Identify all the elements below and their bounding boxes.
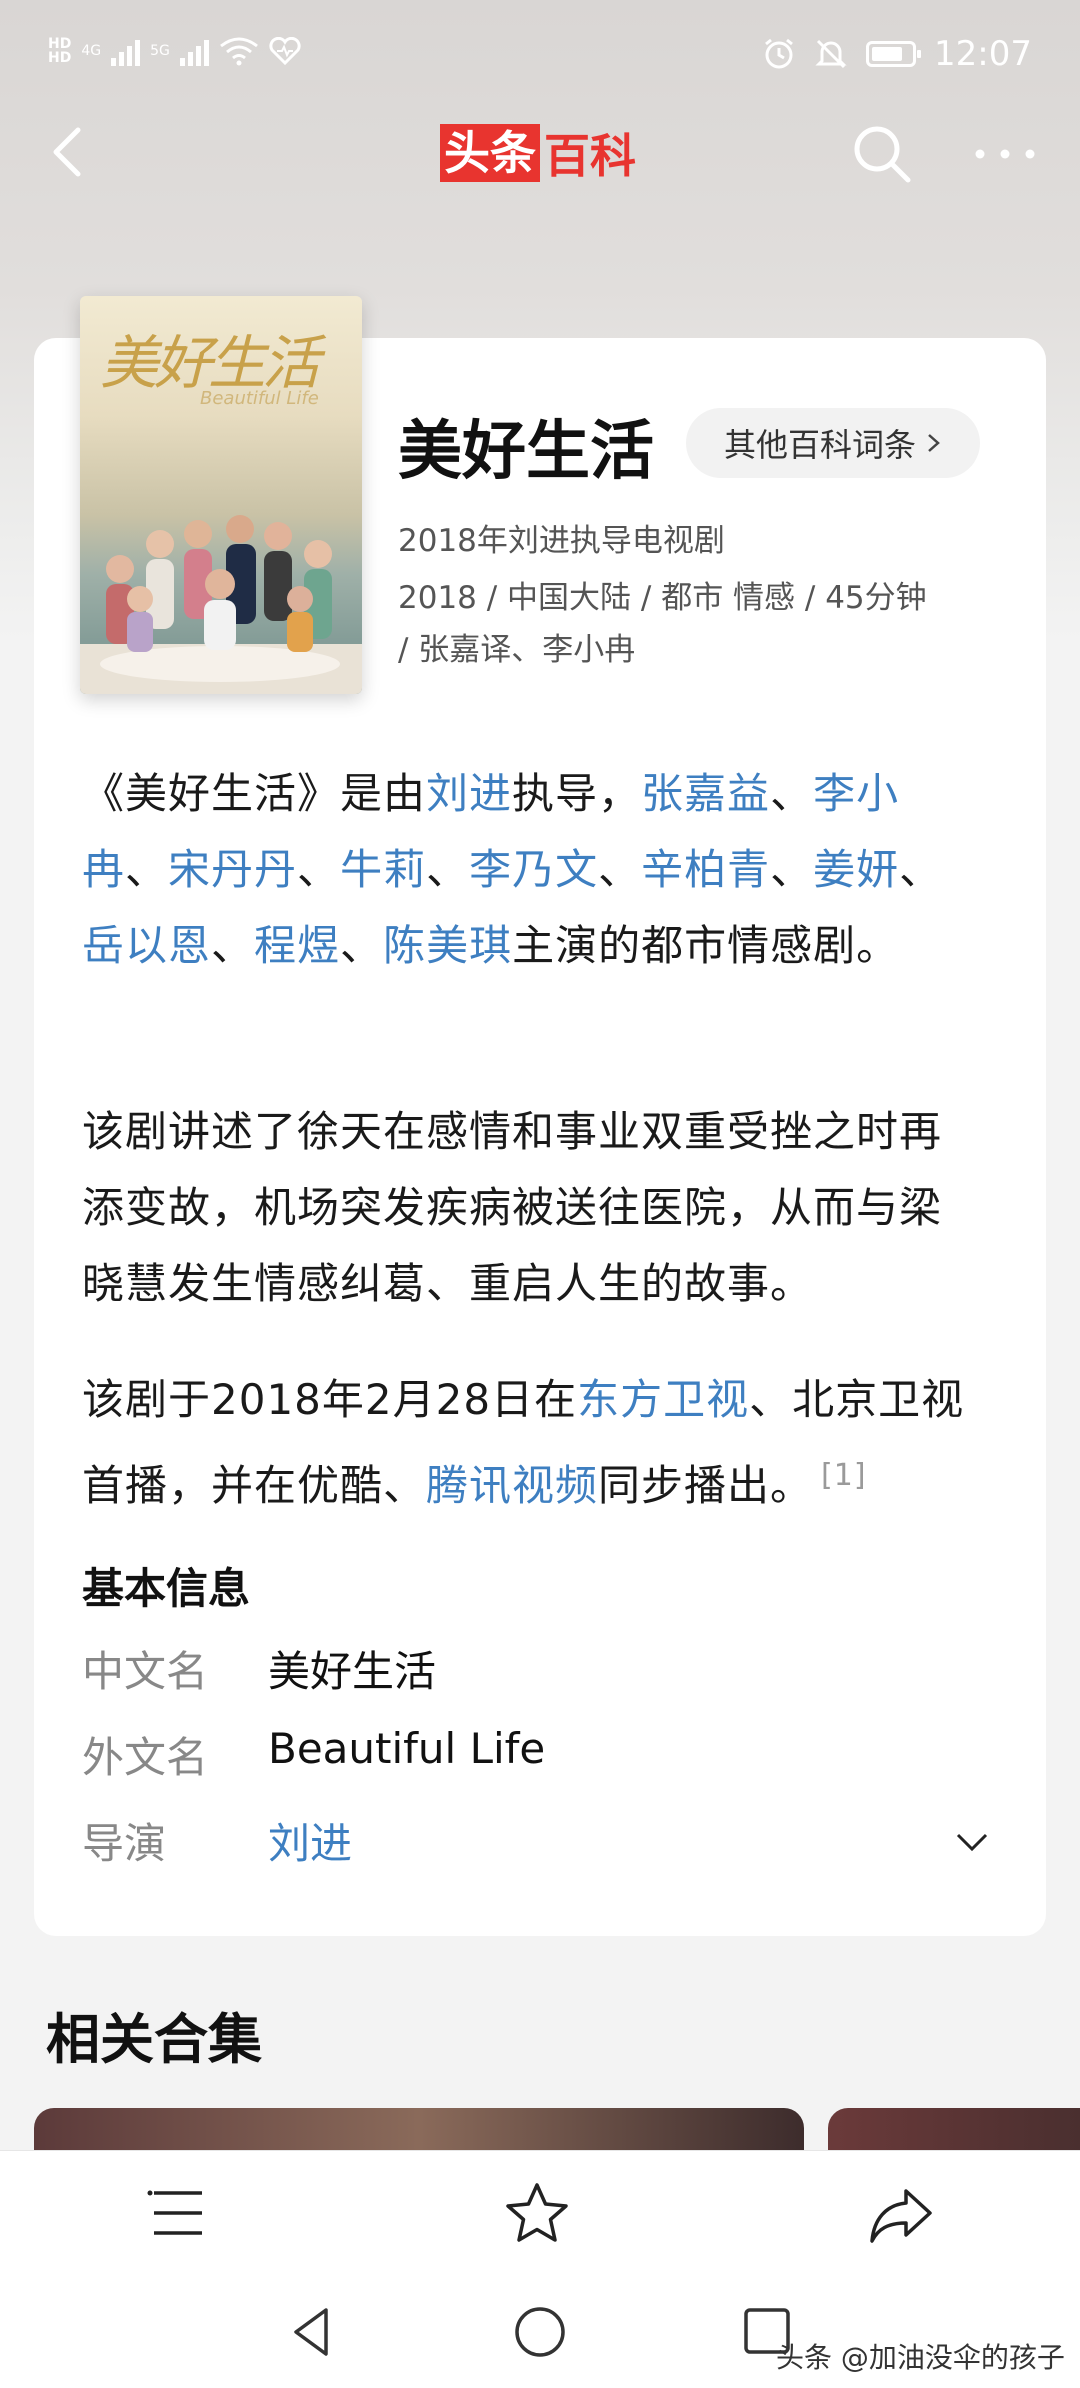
menu-list-icon[interactable] bbox=[142, 2179, 212, 2249]
app-logo: 头条 百科 bbox=[440, 124, 640, 183]
separator: 、 bbox=[297, 845, 341, 894]
watermark-text: 头条 @加油没伞的孩子 bbox=[776, 2341, 1065, 2374]
link-actor[interactable]: 李乃文 bbox=[469, 845, 598, 894]
separator: 、 bbox=[125, 845, 169, 894]
nav-back-icon[interactable] bbox=[282, 2302, 342, 2362]
search-icon[interactable] bbox=[850, 122, 914, 186]
link-actor[interactable]: 程煜 bbox=[254, 921, 340, 970]
signal-5g-label: 5G bbox=[150, 43, 170, 59]
basic-info-heading: 基本信息 bbox=[82, 1564, 251, 1613]
status-left: HD HD 4G 5G bbox=[48, 36, 301, 66]
back-icon[interactable] bbox=[42, 122, 102, 182]
separator: 、 bbox=[426, 845, 470, 894]
info-row-director: 导演 刘进 bbox=[82, 1810, 1002, 1880]
link-actor[interactable]: 牛莉 bbox=[340, 845, 426, 894]
summary-paragraph-3: 该剧于2018年2月28日在东方卫视、北京卫视首播，并在优酷、腾讯视频同步播出。… bbox=[82, 1362, 982, 1524]
signal-5g-icon bbox=[179, 36, 209, 66]
battery-icon bbox=[866, 41, 922, 67]
info-row-foreign-name: 外文名 Beautiful Life bbox=[82, 1724, 1002, 1794]
separator: 、 bbox=[770, 769, 814, 818]
mute-icon bbox=[815, 39, 847, 69]
info-key: 导演 bbox=[82, 1819, 167, 1868]
separator: 、 bbox=[340, 921, 384, 970]
p1-suffix: 主演的都市情感剧。 bbox=[512, 921, 900, 970]
poster-cast-illustration bbox=[80, 515, 362, 694]
link-actor[interactable]: 张嘉益 bbox=[641, 769, 770, 818]
other-entries-label: 其他百科词条 bbox=[723, 426, 916, 464]
p3-part1: 该剧于2018年2月28日在 bbox=[82, 1375, 578, 1424]
p1-prefix: 《美好生活》是由 bbox=[82, 769, 427, 818]
poster-image[interactable]: 美好生活 Beautiful Life bbox=[80, 296, 362, 694]
signal-4g-label: 4G bbox=[81, 43, 102, 59]
more-options-icon[interactable] bbox=[970, 122, 1040, 186]
link-director[interactable]: 刘进 bbox=[426, 769, 512, 818]
logo-toutiao: 头条 bbox=[440, 124, 540, 182]
link-actor[interactable]: 宋丹丹 bbox=[168, 845, 297, 894]
status-bar: HD HD 4G 5G 12:07 bbox=[0, 0, 1080, 120]
info-value: Beautiful Life bbox=[268, 1724, 546, 1773]
star-favorite-icon[interactable] bbox=[502, 2179, 572, 2249]
separator: 、 bbox=[770, 845, 814, 894]
separator: 、 bbox=[598, 845, 642, 894]
alarm-icon bbox=[765, 38, 793, 69]
app-header: 头条 百科 bbox=[0, 110, 1080, 200]
link-actor[interactable]: 姜妍 bbox=[813, 845, 899, 894]
summary-paragraph-1: 《美好生活》是由刘进执导，张嘉益、李小冉、宋丹丹、牛莉、李乃文、辛柏青、姜妍、岳… bbox=[82, 756, 982, 984]
related-collections-heading: 相关合集 bbox=[46, 2008, 262, 2071]
info-key: 中文名 bbox=[82, 1647, 209, 1696]
p3-part3: 同步播出。 bbox=[598, 1461, 814, 1510]
hd-icon: HD HD bbox=[48, 36, 72, 66]
p1-mid: 执导， bbox=[512, 769, 642, 818]
entry-title: 美好生活 bbox=[398, 415, 654, 489]
wifi-icon bbox=[219, 37, 258, 66]
logo-baike: 百科 bbox=[544, 129, 636, 183]
link-actor[interactable]: 辛柏青 bbox=[641, 845, 770, 894]
entry-subtitle: 2018年刘进执导电视剧 bbox=[398, 523, 725, 559]
info-row-chinese-name: 中文名 美好生活 bbox=[82, 1638, 1002, 1708]
link-dragon-tv[interactable]: 东方卫视 bbox=[577, 1375, 749, 1424]
entry-meta: 2018 / 中国大陆 / 都市 情感 / 45分钟 / 张嘉译、李小冉 bbox=[398, 572, 1008, 676]
share-icon[interactable] bbox=[866, 2179, 936, 2249]
separator: 、 bbox=[899, 845, 943, 894]
link-actor[interactable]: 岳以恩 bbox=[82, 921, 211, 970]
link-actor[interactable]: 陈美琪 bbox=[383, 921, 512, 970]
reference-marker[interactable]: [1] bbox=[821, 1458, 867, 1493]
bottom-action-bar bbox=[0, 2150, 1080, 2273]
info-value: 美好生活 bbox=[268, 1647, 437, 1696]
nav-home-icon[interactable] bbox=[510, 2302, 570, 2362]
separator: 、 bbox=[211, 921, 255, 970]
summary-paragraph-2: 该剧讲述了徐天在感情和事业双重受挫之时再添变故，机场突发疾病被送往医院，从而与梁… bbox=[82, 1107, 943, 1308]
link-tencent-video[interactable]: 腾讯视频 bbox=[426, 1461, 598, 1510]
link-director-info[interactable]: 刘进 bbox=[268, 1810, 352, 1871]
health-icon bbox=[269, 37, 301, 65]
info-key: 外文名 bbox=[82, 1733, 209, 1782]
signal-4g-icon bbox=[111, 36, 141, 66]
chevron-right-icon bbox=[928, 434, 940, 452]
poster-subtitle: Beautiful Life bbox=[200, 388, 319, 409]
other-entries-button[interactable]: 其他百科词条 bbox=[686, 408, 980, 478]
status-time: 12:07 bbox=[934, 34, 1032, 74]
status-right: 12:07 bbox=[762, 34, 1032, 74]
entry-meta-line2: / 张嘉译、李小冉 bbox=[398, 632, 636, 668]
entry-meta-line1: 2018 / 中国大陆 / 都市 情感 / 45分钟 bbox=[398, 580, 927, 616]
expand-chevron-icon[interactable] bbox=[952, 1822, 992, 1862]
